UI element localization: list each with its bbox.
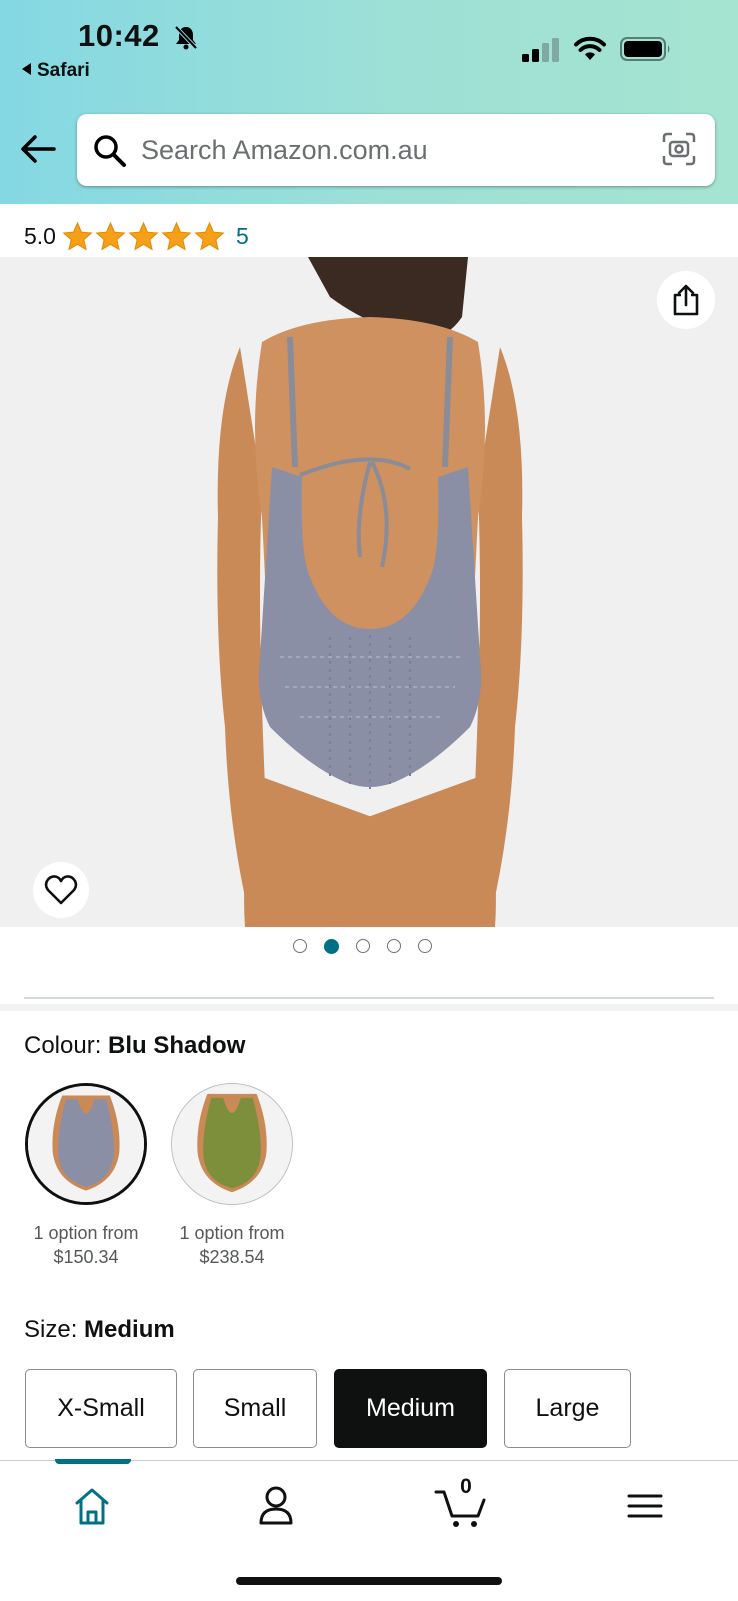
star-icon (194, 221, 225, 250)
option-price: $238.54 (199, 1247, 265, 1267)
pager-dot[interactable] (418, 939, 432, 953)
wifi-icon (574, 36, 606, 60)
star-icon (161, 221, 192, 250)
size-option-small[interactable]: Small (193, 1369, 317, 1448)
pager-dot-active[interactable] (324, 939, 339, 954)
product-image-gallery[interactable] (0, 257, 738, 927)
size-option-medium[interactable]: Medium (334, 1369, 487, 1448)
rating-summary[interactable]: 5.0 5 (24, 219, 249, 253)
search-bar[interactable] (77, 114, 715, 186)
heart-icon (44, 875, 78, 905)
search-input[interactable] (141, 130, 641, 170)
product-image (0, 257, 738, 927)
section-separator (0, 1004, 738, 1011)
account-icon (259, 1486, 293, 1525)
divider (24, 997, 714, 999)
swatch-image (28, 1086, 144, 1202)
option-availability: 1 option from (179, 1223, 285, 1243)
size-option-x-small[interactable]: X-Small (25, 1369, 177, 1448)
back-arrow-icon[interactable] (20, 134, 56, 164)
status-time: 10:42 (78, 18, 160, 53)
pager-dot[interactable] (356, 939, 370, 953)
menu-icon (627, 1494, 663, 1518)
home-icon (75, 1488, 109, 1525)
nav-home[interactable] (62, 1480, 122, 1532)
colour-option-info: 1 option from $238.54 (157, 1221, 307, 1269)
rating-count-link[interactable]: 5 (236, 223, 249, 250)
back-to-safari[interactable]: Safari (22, 60, 90, 82)
active-tab-indicator (55, 1459, 131, 1464)
swatch-image (172, 1084, 292, 1204)
nav-account[interactable] (246, 1480, 306, 1532)
back-app-label: Safari (37, 60, 90, 81)
colour-swatch-green[interactable] (171, 1083, 293, 1205)
star-rating (62, 221, 225, 252)
app-header: 10:42 Safari (0, 0, 738, 204)
star-icon (128, 221, 159, 250)
star-icon (95, 221, 126, 250)
star-icon (62, 221, 93, 250)
cart-count-badge: 0 (460, 1475, 472, 1498)
back-triangle-icon (22, 63, 31, 75)
option-price: $150.34 (53, 1247, 119, 1267)
image-pager[interactable] (293, 939, 432, 954)
pager-dot[interactable] (293, 939, 307, 953)
wishlist-button[interactable] (33, 862, 89, 918)
colour-label: Colour: (24, 1032, 109, 1059)
size-option-large[interactable]: Large (504, 1369, 631, 1448)
home-indicator[interactable] (236, 1577, 502, 1585)
colour-selected-value: Blu Shadow (108, 1032, 246, 1059)
size-label: Size: (24, 1316, 85, 1343)
size-heading: Size: Medium (24, 1316, 175, 1344)
battery-icon (620, 37, 670, 61)
rating-value: 5.0 (24, 222, 56, 249)
colour-heading: Colour: Blu Shadow (24, 1032, 245, 1060)
cellular-signal-icon (522, 38, 559, 62)
nav-menu[interactable] (615, 1480, 675, 1532)
camera-scan-icon[interactable] (662, 132, 696, 166)
share-icon (673, 284, 699, 316)
option-availability: 1 option from (33, 1223, 139, 1243)
colour-swatch-blu-shadow[interactable] (25, 1083, 147, 1205)
share-button[interactable] (657, 271, 715, 329)
bell-slash-icon (174, 25, 198, 50)
colour-option-info: 1 option from $150.34 (11, 1221, 161, 1269)
size-selected-value: Medium (84, 1316, 175, 1343)
pager-dot[interactable] (387, 939, 401, 953)
search-icon (94, 135, 126, 167)
